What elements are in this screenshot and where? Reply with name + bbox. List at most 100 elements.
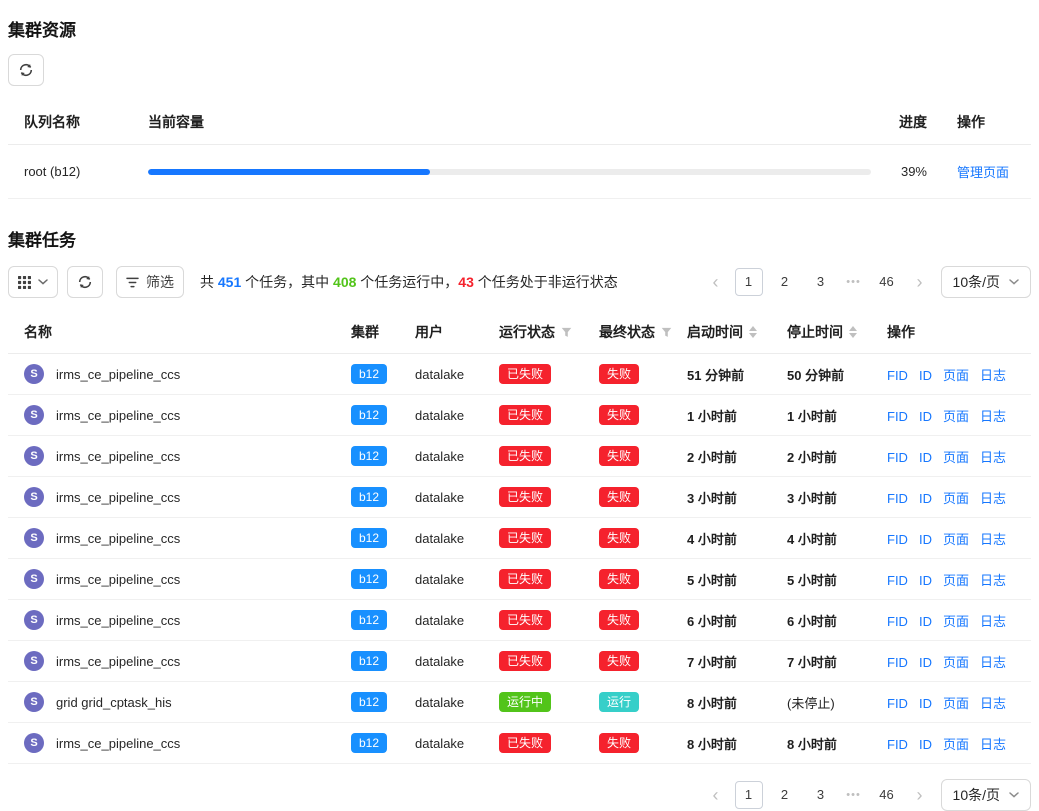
task-action-fid[interactable]: FID: [887, 532, 908, 547]
task-action-fid[interactable]: FID: [887, 491, 908, 506]
cluster-badge: b12: [351, 733, 387, 753]
task-action-id[interactable]: ID: [919, 696, 932, 711]
page-size-select[interactable]: 10条/页: [941, 779, 1031, 811]
task-action-page[interactable]: 页面: [943, 696, 969, 711]
start-time: 4 小时前: [679, 518, 779, 559]
stop-time-label: 停止时间: [787, 322, 843, 342]
task-action-log[interactable]: 日志: [980, 737, 1006, 752]
task-action-id[interactable]: ID: [919, 368, 932, 383]
task-action-fid[interactable]: FID: [887, 368, 908, 383]
task-action-page[interactable]: 页面: [943, 655, 969, 670]
task-action-fid[interactable]: FID: [887, 696, 908, 711]
task-action-id[interactable]: ID: [919, 737, 932, 752]
tasks-refresh-button[interactable]: [67, 266, 103, 298]
summary-count: 43: [458, 274, 474, 290]
pager-page-3[interactable]: 3: [807, 781, 835, 809]
task-action-fid[interactable]: FID: [887, 655, 908, 670]
spark-avatar-icon: S: [24, 446, 44, 466]
chevron-down-icon: [1009, 279, 1019, 285]
pager-prev-icon[interactable]: ‹: [705, 781, 727, 809]
start-time: 8 小时前: [679, 682, 779, 723]
page-size-label: 10条/页: [953, 785, 1000, 805]
run-status-badge: 已失败: [499, 651, 551, 671]
run-status-badge: 已失败: [499, 569, 551, 589]
task-user: datalake: [407, 477, 491, 518]
pager-next-icon[interactable]: ›: [909, 268, 931, 296]
column-settings-button[interactable]: [8, 266, 58, 298]
start-time: 5 小时前: [679, 559, 779, 600]
spark-avatar-icon: S: [24, 405, 44, 425]
run-status-badge: 运行中: [499, 692, 551, 712]
task-action-page[interactable]: 页面: [943, 614, 969, 629]
task-action-fid[interactable]: FID: [887, 450, 908, 465]
spark-avatar-icon: S: [24, 733, 44, 753]
pager-page-1[interactable]: 1: [735, 268, 763, 296]
task-action-log[interactable]: 日志: [980, 573, 1006, 588]
cluster-badge: b12: [351, 528, 387, 548]
cluster-badge: b12: [351, 364, 387, 384]
task-action-id[interactable]: ID: [919, 532, 932, 547]
task-action-id[interactable]: ID: [919, 409, 932, 424]
sort-icon[interactable]: [849, 326, 857, 338]
task-action-page[interactable]: 页面: [943, 491, 969, 506]
pager-next-icon[interactable]: ›: [909, 781, 931, 809]
task-action-page[interactable]: 页面: [943, 368, 969, 383]
task-user: datalake: [407, 436, 491, 477]
pager-prev-icon[interactable]: ‹: [705, 268, 727, 296]
spark-avatar-icon: S: [24, 651, 44, 671]
task-action-log[interactable]: 日志: [980, 614, 1006, 629]
filter-button[interactable]: 筛选: [116, 266, 184, 298]
stop-time: 50 分钟前: [779, 354, 879, 395]
task-action-fid[interactable]: FID: [887, 573, 908, 588]
task-action-id[interactable]: ID: [919, 573, 932, 588]
pager-page-2[interactable]: 2: [771, 268, 799, 296]
run-status-badge: 已失败: [499, 528, 551, 548]
task-action-log[interactable]: 日志: [980, 450, 1006, 465]
pager-ellipsis[interactable]: •••: [843, 789, 865, 801]
page: 集群资源 队列名称 当前容量 进度 操作 root (b12): [0, 0, 1039, 811]
task-action-page[interactable]: 页面: [943, 532, 969, 547]
resources-header-row: 队列名称 当前容量 进度 操作: [8, 100, 1031, 145]
resources-refresh-button[interactable]: [8, 54, 44, 86]
task-action-log[interactable]: 日志: [980, 532, 1006, 547]
final-status-badge: 失败: [599, 405, 639, 425]
stop-time: (未停止): [779, 682, 879, 723]
task-name: irms_ce_pipeline_ccs: [56, 531, 180, 546]
manage-page-link[interactable]: 管理页面: [957, 165, 1009, 180]
task-action-page[interactable]: 页面: [943, 409, 969, 424]
filter-funnel-icon[interactable]: [561, 327, 572, 338]
task-action-page[interactable]: 页面: [943, 450, 969, 465]
task-action-id[interactable]: ID: [919, 450, 932, 465]
task-action-log[interactable]: 日志: [980, 655, 1006, 670]
pager-page-2[interactable]: 2: [771, 781, 799, 809]
task-action-fid[interactable]: FID: [887, 737, 908, 752]
filter-funnel-icon[interactable]: [661, 327, 672, 338]
task-action-id[interactable]: ID: [919, 614, 932, 629]
pager-page-46[interactable]: 46: [873, 268, 901, 296]
final-status-badge: 失败: [599, 569, 639, 589]
start-time: 1 小时前: [679, 395, 779, 436]
task-action-log[interactable]: 日志: [980, 409, 1006, 424]
task-action-fid[interactable]: FID: [887, 614, 908, 629]
sort-icon[interactable]: [749, 326, 757, 338]
tasks-header-name-label: 名称: [24, 322, 52, 342]
pager-page-3[interactable]: 3: [807, 268, 835, 296]
pager-ellipsis[interactable]: •••: [843, 276, 865, 288]
task-action-log[interactable]: 日志: [980, 491, 1006, 506]
task-action-id[interactable]: ID: [919, 655, 932, 670]
task-name: irms_ce_pipeline_ccs: [56, 449, 180, 464]
tasks-header-run-status: 运行状态: [491, 311, 591, 354]
task-action-log[interactable]: 日志: [980, 696, 1006, 711]
task-action-page[interactable]: 页面: [943, 573, 969, 588]
task-actions: FID ID 页面日志: [879, 641, 1031, 682]
page-size-select[interactable]: 10条/页: [941, 266, 1031, 298]
task-action-fid[interactable]: FID: [887, 409, 908, 424]
task-action-log[interactable]: 日志: [980, 368, 1006, 383]
summary-text: 共: [200, 274, 218, 290]
pager-page-1[interactable]: 1: [735, 781, 763, 809]
start-time: 7 小时前: [679, 641, 779, 682]
chevron-down-icon: [38, 279, 48, 285]
task-action-page[interactable]: 页面: [943, 737, 969, 752]
pager-page-46[interactable]: 46: [873, 781, 901, 809]
task-action-id[interactable]: ID: [919, 491, 932, 506]
